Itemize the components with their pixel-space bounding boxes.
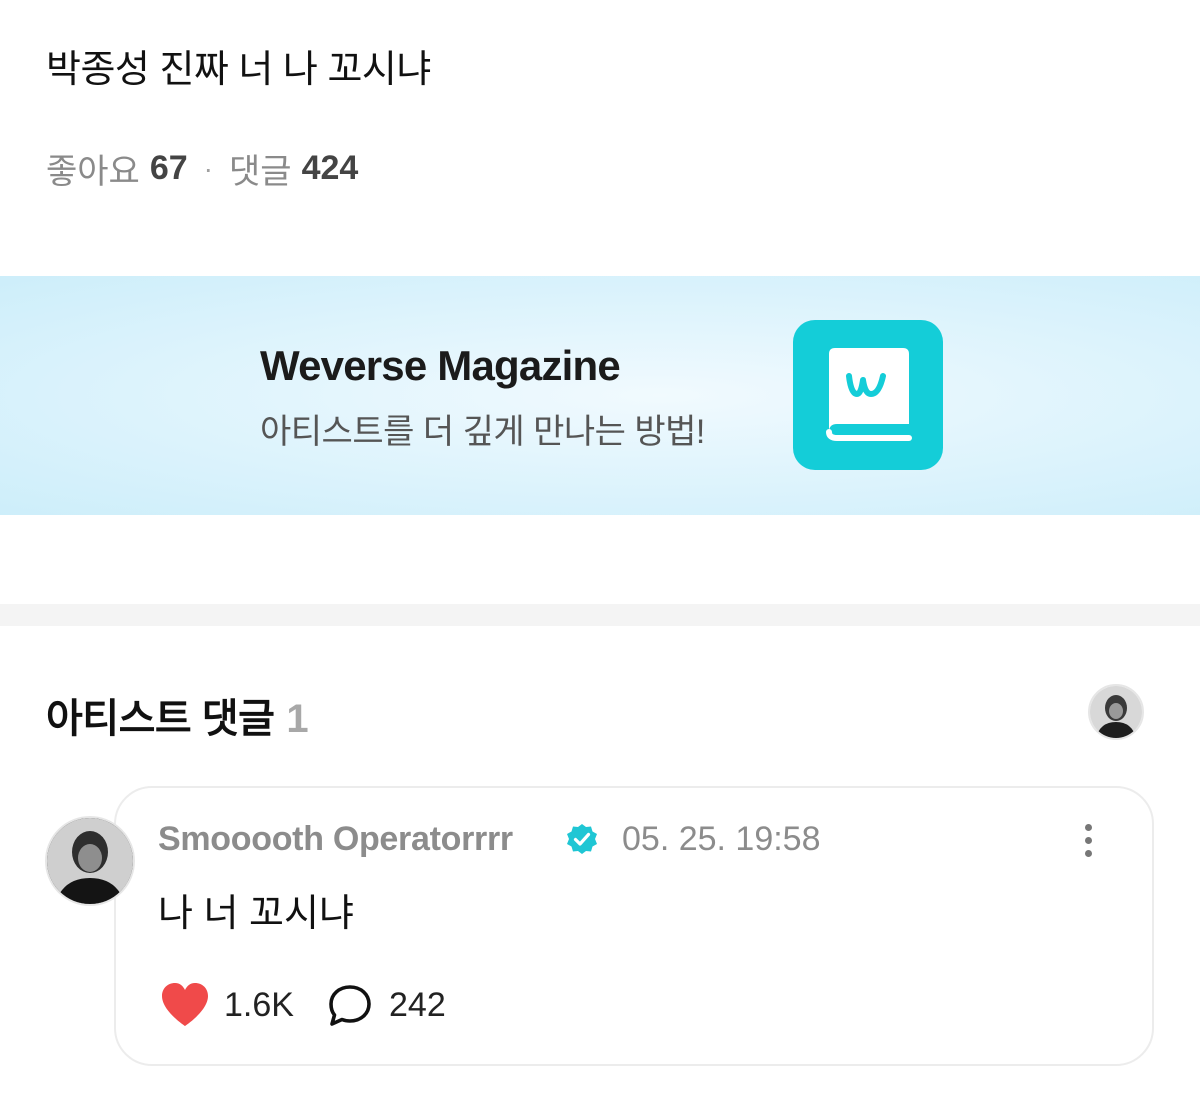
stats-separator: · <box>203 152 213 184</box>
comments-label: 댓글 <box>229 153 292 191</box>
likes-count[interactable]: 67 <box>150 149 188 188</box>
weverse-magazine-banner[interactable]: Weverse Magazine 아티스트를 더 깊게 만나는 방법! <box>0 276 1200 515</box>
likes-label: 좋아요 <box>46 153 140 191</box>
comment-timestamp: 05. 25. 19:58 <box>622 820 821 858</box>
artist-avatar-filter[interactable] <box>1088 684 1144 740</box>
post-detail-page: 박종성 진짜 너 나 꼬시냐 좋아요 67 · 댓글 424 Weverse M… <box>0 0 1200 1105</box>
more-options-icon[interactable] <box>1070 818 1106 862</box>
artist-comments-title: 아티스트 댓글 1 <box>46 686 309 744</box>
section-divider <box>0 604 1200 626</box>
comment-body: 나 너 꼬시냐 <box>158 893 354 935</box>
artist-comments-label: 아티스트 댓글 <box>46 697 275 741</box>
verified-badge-icon <box>565 822 599 861</box>
reply-bubble-icon[interactable] <box>327 984 373 1033</box>
comments-count[interactable]: 424 <box>302 149 359 188</box>
heart-icon[interactable] <box>160 982 210 1033</box>
reply-count[interactable]: 242 <box>389 986 446 1025</box>
banner-title: Weverse Magazine <box>260 342 621 389</box>
comment-author-avatar[interactable] <box>45 816 135 906</box>
comment-author-name[interactable]: Smooooth Operatorrrr <box>158 820 513 859</box>
post-text: 박종성 진짜 너 나 꼬시냐 <box>46 49 431 91</box>
weverse-magazine-book-icon <box>793 320 943 470</box>
artist-comments-count: 1 <box>286 697 309 741</box>
like-count[interactable]: 1.6K <box>224 986 294 1025</box>
post-stats: 좋아요 67 · 댓글 424 <box>46 144 358 193</box>
banner-subtitle: 아티스트를 더 깊게 만나는 방법! <box>260 413 705 451</box>
